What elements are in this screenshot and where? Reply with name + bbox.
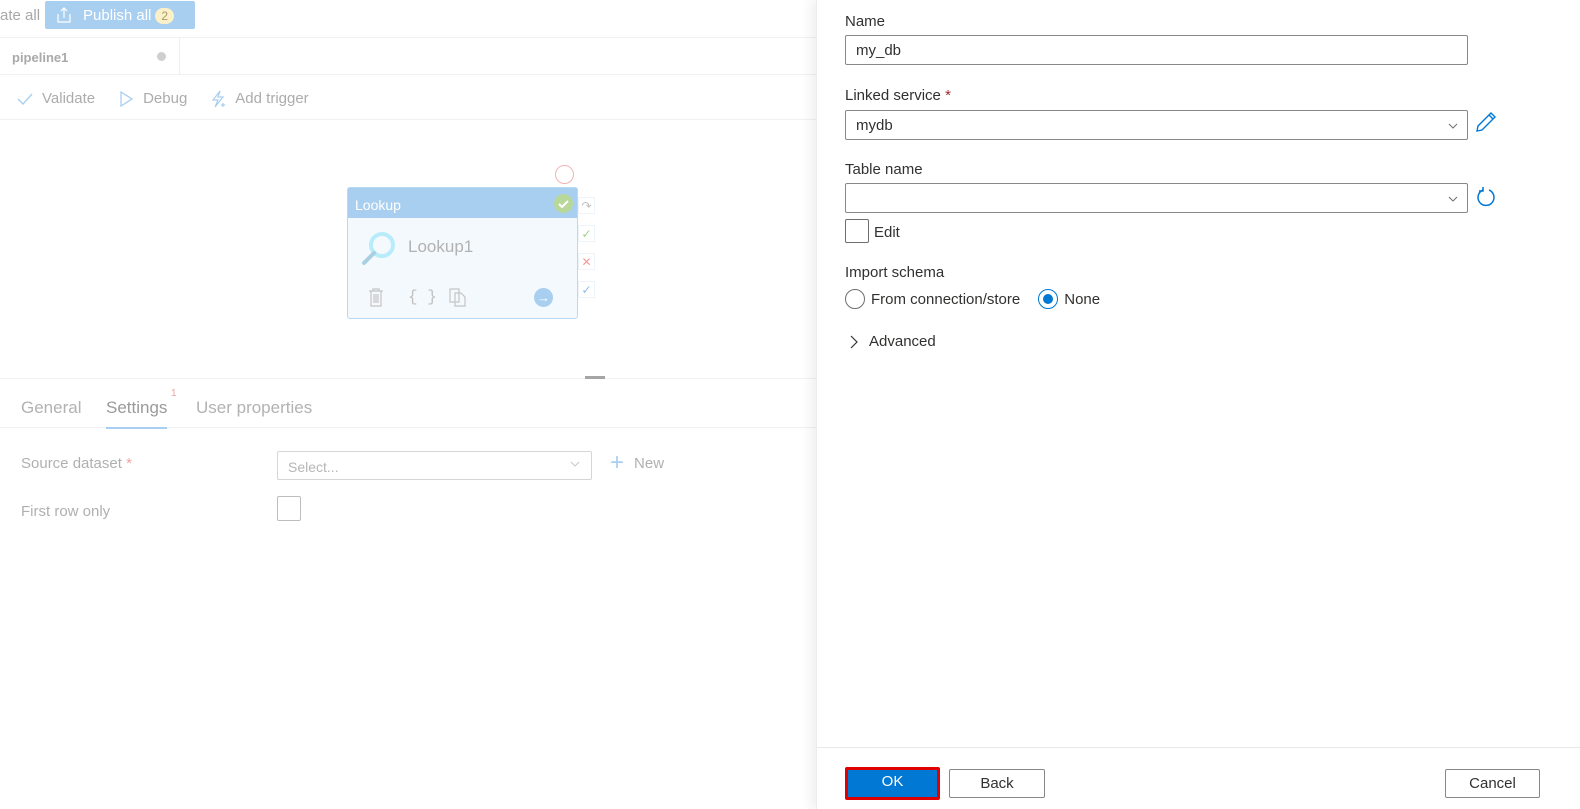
radio-none-label[interactable]: None — [1064, 291, 1100, 308]
edit-label: Edit — [874, 224, 900, 241]
delete-icon[interactable] — [368, 288, 384, 312]
settings-error-badge: 1 — [171, 388, 177, 399]
add-trigger-label: Add trigger — [235, 90, 309, 107]
debug-label: Debug — [143, 90, 188, 107]
trigger-icon — [212, 90, 226, 107]
publish-all-label: Publish all 2 — [83, 7, 175, 24]
go-arrow-icon[interactable]: → — [534, 288, 553, 307]
table-name-select[interactable] — [845, 183, 1468, 213]
publish-all-button[interactable]: Publish all 2 — [45, 1, 195, 29]
lookup-activity-node[interactable]: Lookup Lookup1 { } → — [347, 187, 578, 319]
name-label: Name — [845, 13, 886, 30]
ok-button[interactable]: OK — [845, 767, 940, 800]
completion-icon[interactable]: ✓ — [578, 281, 595, 298]
failure-icon[interactable]: ✕ — [578, 253, 595, 270]
top-bar: ate all Publish all 2 — [0, 0, 822, 32]
first-row-only-label: First row only — [21, 503, 111, 520]
name-value: my_db — [856, 42, 902, 59]
tab-settings[interactable]: Settings — [106, 398, 168, 429]
radio-from-connection[interactable] — [845, 289, 865, 309]
upload-icon — [57, 7, 71, 23]
activity-body: Lookup1 — [348, 218, 577, 278]
publish-count-badge: 2 — [155, 7, 175, 24]
success-icon[interactable]: ✓ — [578, 225, 595, 242]
cancel-button[interactable]: Cancel — [1445, 769, 1540, 798]
radio-from-connection-label[interactable]: From connection/store — [871, 291, 1020, 308]
add-trigger-button[interactable]: Add trigger — [209, 90, 309, 108]
new-label: New — [634, 454, 665, 472]
edit-checkbox[interactable] — [845, 219, 869, 243]
skip-icon[interactable]: ↷ — [578, 197, 595, 214]
import-schema-label: Import schema — [845, 264, 945, 281]
source-dataset-select[interactable]: Select... — [277, 451, 592, 480]
source-dataset-label: Source dataset * — [21, 455, 132, 472]
code-icon[interactable]: { } — [408, 288, 437, 306]
validate-button[interactable]: Validate — [16, 90, 95, 108]
linked-service-select[interactable]: mydb — [845, 110, 1468, 140]
tab-general[interactable]: General — [21, 398, 81, 418]
validated-check-icon — [554, 194, 573, 213]
chevron-down-icon — [1447, 187, 1459, 208]
magnifier-icon — [362, 232, 395, 265]
chevron-right-icon — [850, 335, 858, 348]
table-name-label: Table name — [845, 161, 923, 178]
panel-splitter[interactable] — [0, 378, 822, 379]
refresh-icon[interactable] — [1475, 186, 1497, 208]
name-input[interactable]: my_db — [845, 35, 1468, 65]
activity-type-label: Lookup — [355, 197, 401, 213]
activity-footer: { } → — [348, 278, 577, 318]
unsaved-dot-icon[interactable] — [157, 52, 166, 61]
source-dataset-placeholder: Select... — [288, 459, 339, 475]
check-icon — [17, 93, 33, 105]
activity-header: Lookup — [348, 188, 577, 218]
panel-footer: OK Back Cancel — [817, 747, 1580, 809]
import-schema-radio-group: From connection/store None — [845, 289, 1100, 309]
advanced-label: Advanced — [869, 333, 936, 350]
edit-pencil-icon[interactable] — [1475, 111, 1497, 133]
linked-service-label: Linked service * — [845, 87, 951, 104]
plus-icon: + — [610, 449, 625, 476]
advanced-expander[interactable]: Advanced — [849, 333, 936, 350]
debug-button[interactable]: Debug — [117, 90, 187, 108]
error-indicator-icon[interactable] — [555, 165, 574, 184]
properties-tabs: General Settings 1 User properties — [0, 380, 822, 429]
activity-name: Lookup1 — [408, 237, 474, 256]
dataset-properties-panel: Name my_db Linked service * mydb Table n… — [816, 0, 1580, 809]
validate-label: Validate — [42, 90, 96, 107]
pipeline-canvas[interactable]: Lookup Lookup1 { } → ↷ ✓ ✕ ✓ — [0, 120, 822, 378]
linked-service-value: mydb — [856, 117, 893, 134]
play-icon — [120, 90, 134, 107]
validate-all-button[interactable]: ate all — [0, 7, 40, 24]
tab-user-properties[interactable]: User properties — [196, 398, 312, 418]
pipeline-tab-strip: pipeline1 — [0, 37, 822, 75]
chevron-down-icon — [569, 458, 581, 473]
back-button[interactable]: Back — [949, 769, 1045, 798]
copy-icon[interactable] — [449, 288, 466, 312]
splitter-grip-icon[interactable] — [585, 376, 605, 379]
new-dataset-button[interactable]: + New — [610, 449, 665, 476]
chevron-down-icon — [1447, 114, 1459, 135]
tab-pipeline1[interactable]: pipeline1 — [0, 38, 180, 75]
radio-none[interactable] — [1038, 289, 1059, 309]
tab-label: pipeline1 — [12, 50, 69, 65]
first-row-only-checkbox[interactable] — [277, 496, 301, 521]
pipeline-toolbar: Validate Debug Add trigger — [0, 78, 822, 120]
pipeline-workspace: ate all Publish all 2 pipeline1 Validate … — [0, 0, 822, 809]
